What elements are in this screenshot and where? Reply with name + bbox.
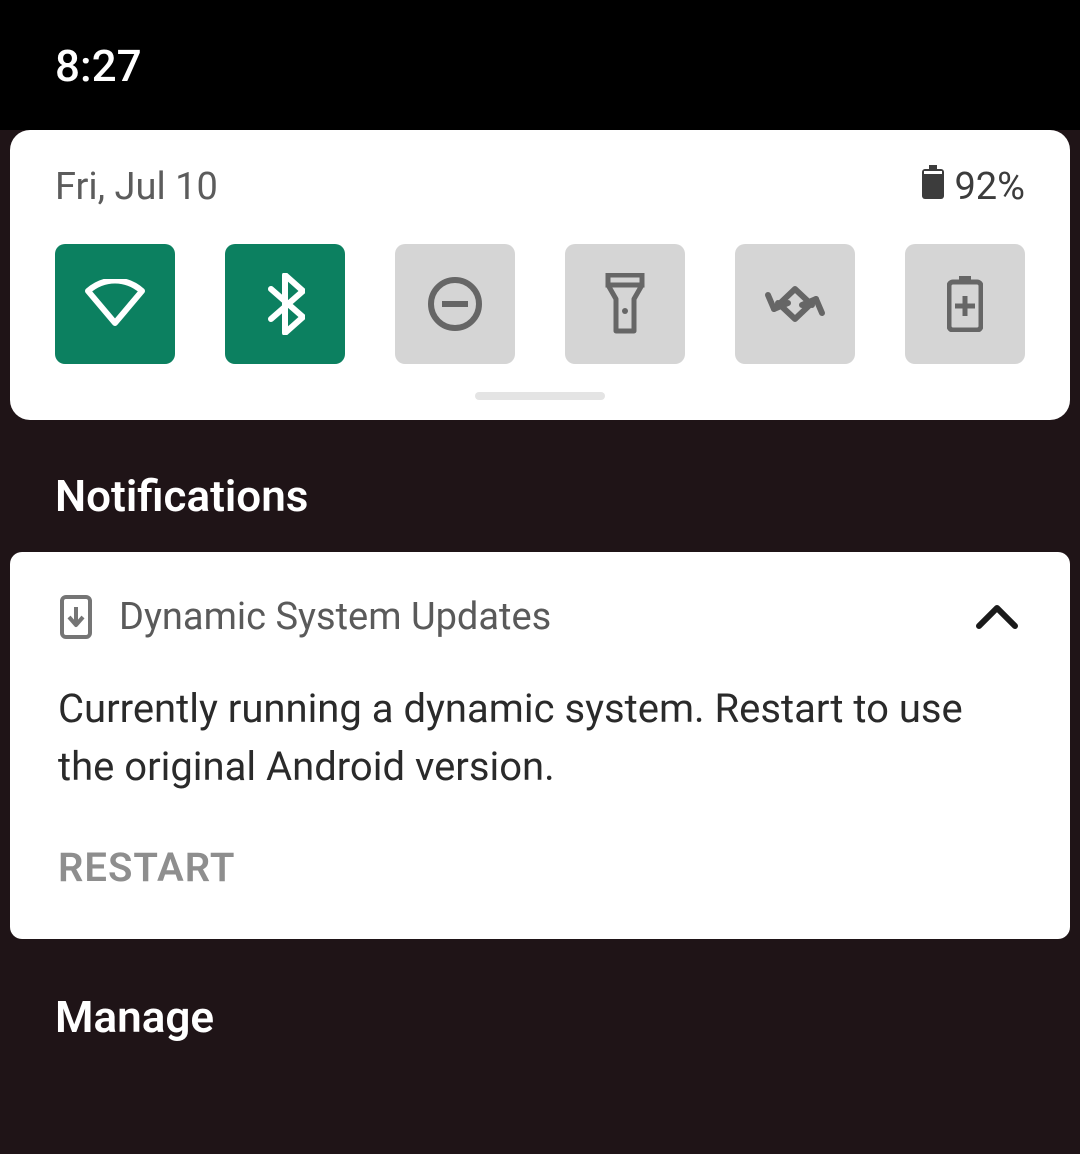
wifi-icon [84,279,146,329]
notification-body: Currently running a dynamic system. Rest… [58,680,1022,796]
notification-card[interactable]: Dynamic System Updates Currently running… [10,552,1070,939]
flashlight-icon [604,273,646,335]
tile-wifi[interactable] [55,244,175,364]
battery-icon [922,165,944,209]
do-not-disturb-icon [426,275,484,333]
battery-percent: 92% [954,165,1025,209]
qs-date: Fri, Jul 10 [55,165,218,209]
tile-auto-rotate[interactable] [735,244,855,364]
tile-bluetooth[interactable] [225,244,345,364]
manage-button[interactable]: Manage [0,939,1080,1043]
quick-settings-panel: Fri, Jul 10 92% [10,130,1070,420]
bluetooth-icon [265,273,305,335]
restart-button[interactable]: RESTART [58,844,235,891]
notification-header: Dynamic System Updates [58,592,1022,642]
tile-flashlight[interactable] [565,244,685,364]
system-update-icon [58,595,94,639]
tile-do-not-disturb[interactable] [395,244,515,364]
qs-header: Fri, Jul 10 92% [55,165,1025,209]
status-bar: 8:27 [0,0,1080,130]
qs-tiles-row [55,244,1025,364]
tile-battery-saver[interactable] [905,244,1025,364]
qs-battery: 92% [922,165,1025,209]
notifications-section-label: Notifications [0,420,1080,552]
battery-saver-icon [947,276,983,332]
chevron-up-icon [975,604,1019,630]
qs-drag-handle[interactable] [475,392,605,400]
auto-rotate-icon [764,279,826,329]
collapse-button[interactable] [972,592,1022,642]
status-time: 8:27 [55,40,142,92]
notification-app-name: Dynamic System Updates [119,595,947,639]
